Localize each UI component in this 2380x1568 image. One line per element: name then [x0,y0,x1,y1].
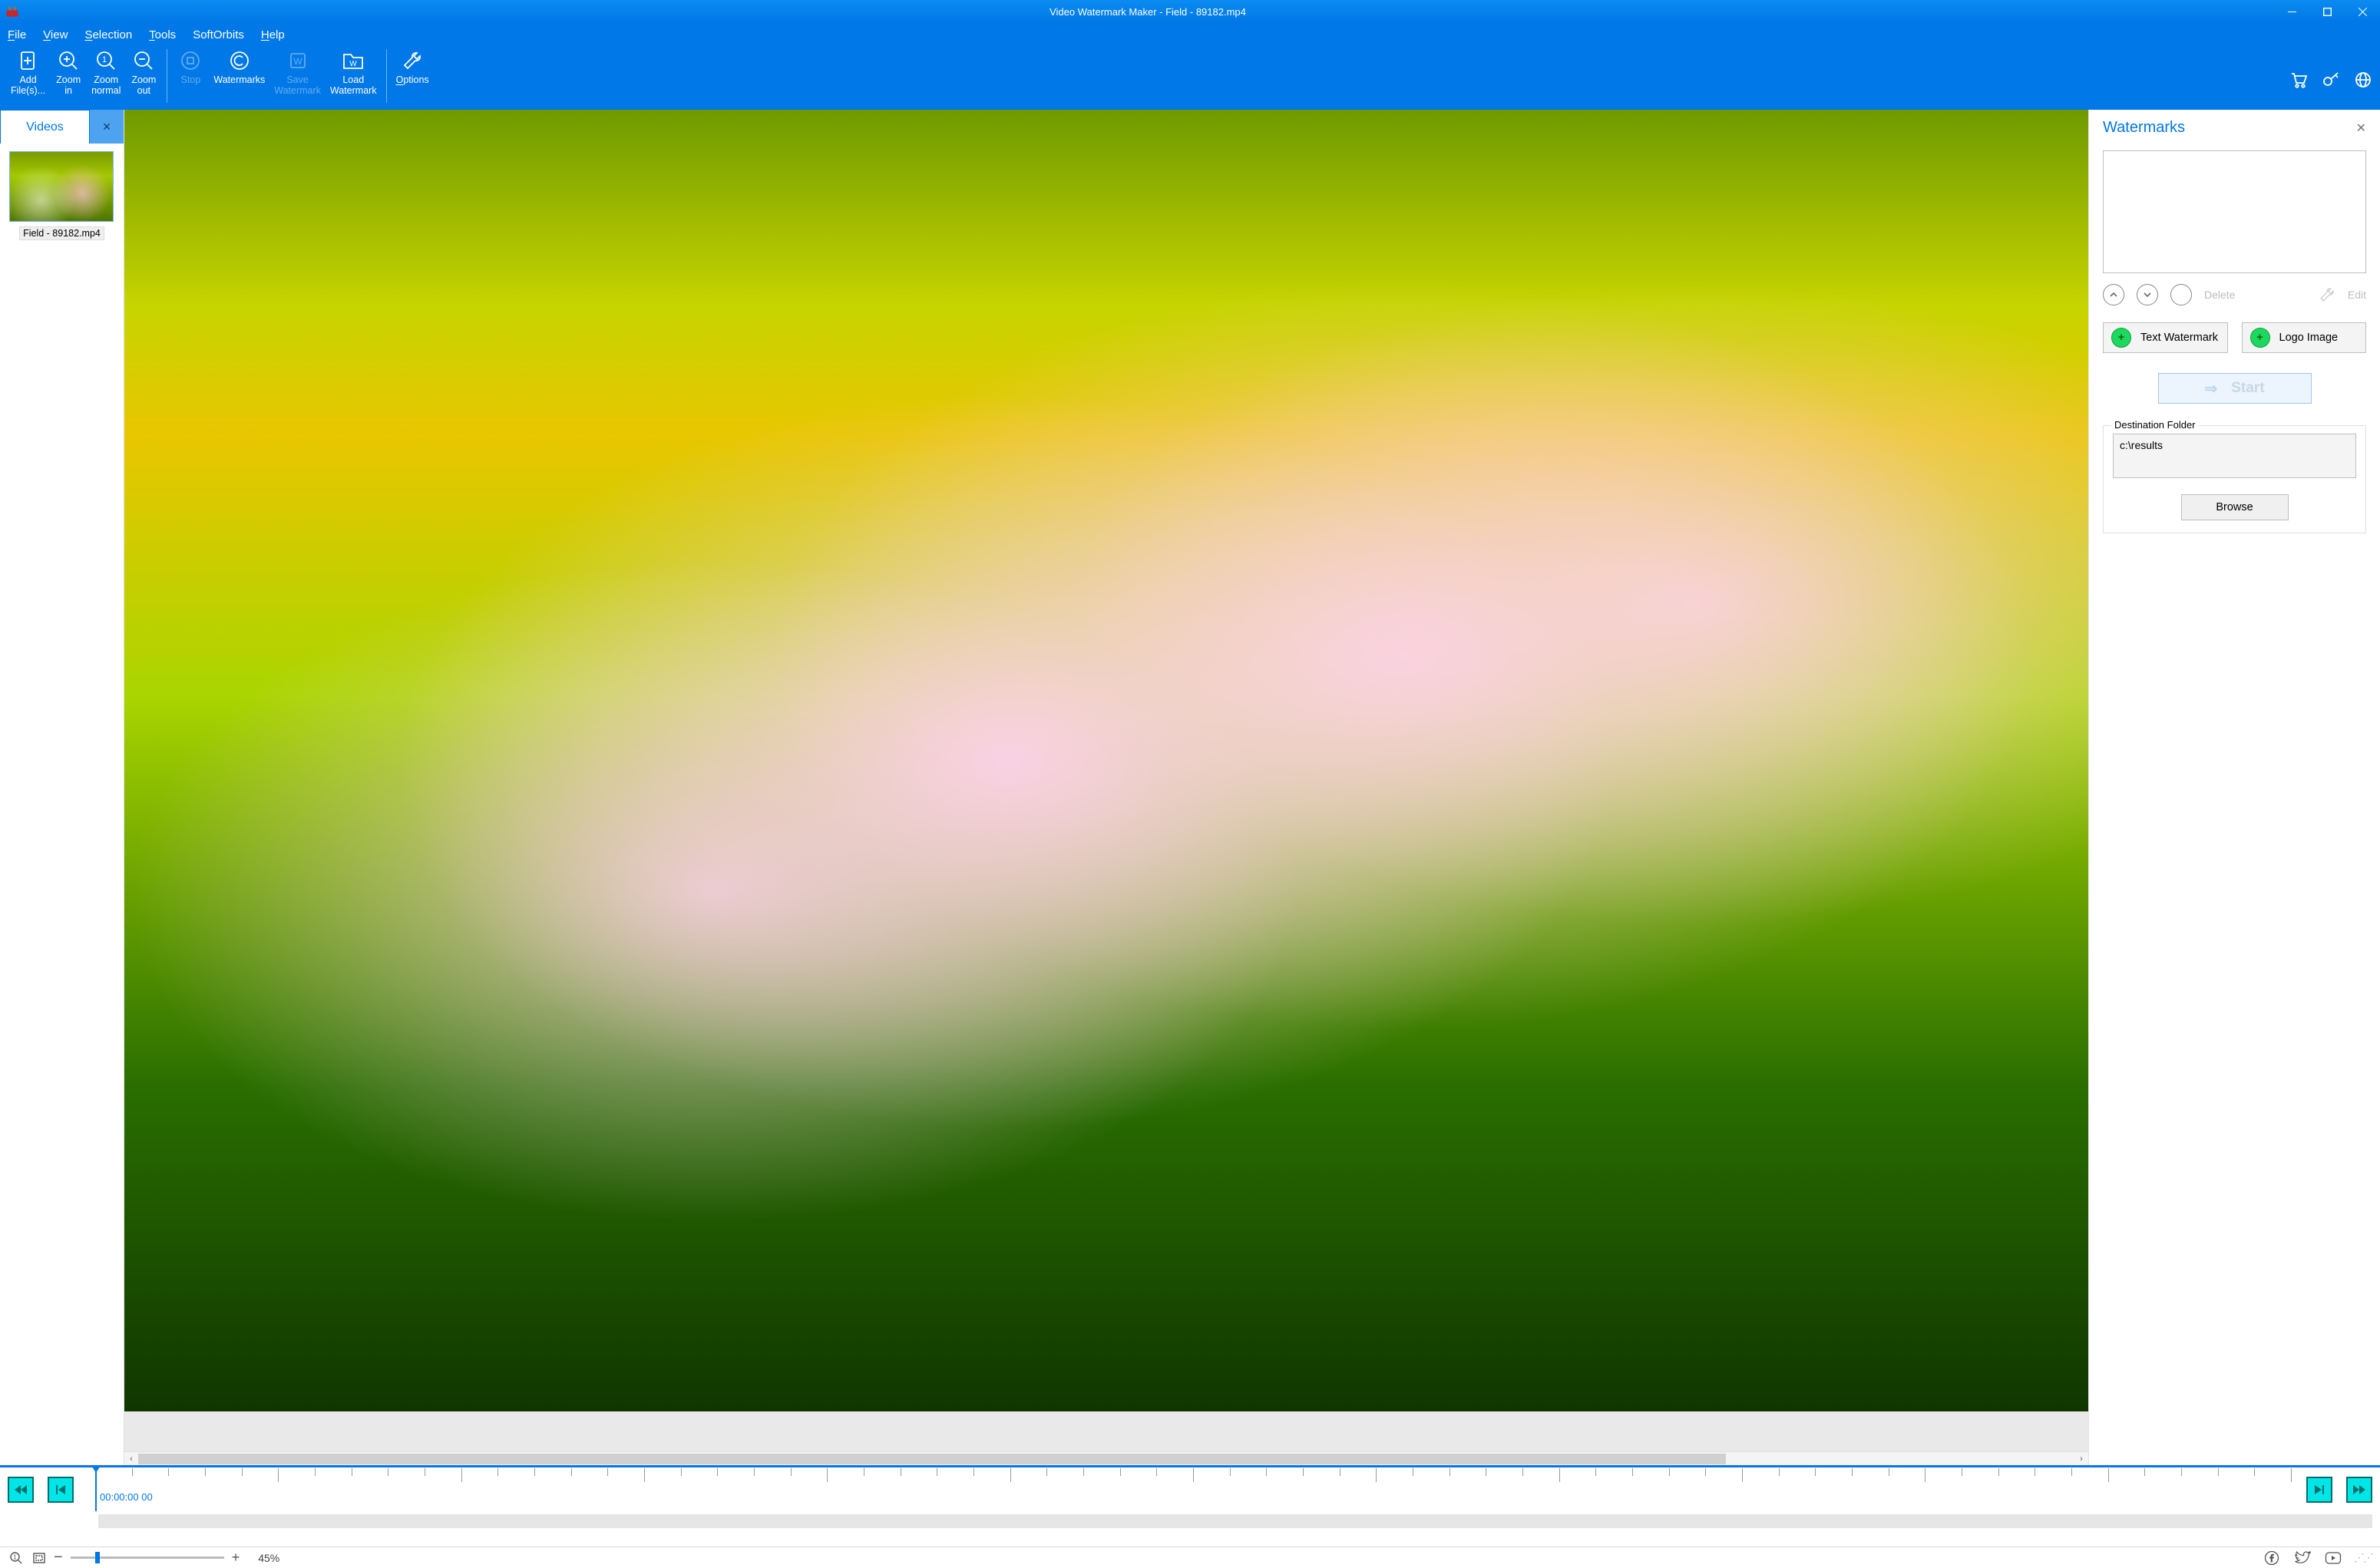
video-thumbnail[interactable] [9,151,114,222]
scrollbar-thumb[interactable] [138,1454,1726,1464]
key-icon[interactable] [2322,71,2340,89]
destination-folder-group: Destination Folder Browse [2103,425,2366,533]
copyright-icon [229,48,250,74]
menu-view[interactable]: View [43,28,68,41]
save-watermark-icon: W [287,48,309,74]
start-button: ⇒ Start [2158,373,2312,404]
logo-image-button[interactable]: + Logo Image [2242,322,2367,353]
stop-button: Stop [172,48,209,106]
window-close-button[interactable] [2345,0,2380,23]
step-forward-button[interactable] [2306,1477,2332,1503]
save-watermark-button: W Save Watermark [269,48,326,106]
svg-text:W: W [350,60,358,68]
zoom-in-button[interactable]: Zoom in [50,48,87,106]
cart-icon[interactable] [2289,71,2308,89]
watermarks-list[interactable] [2103,150,2366,273]
destination-folder-label: Destination Folder [2111,419,2199,431]
edit-wrench-icon [2319,286,2335,303]
browse-button[interactable]: Browse [2181,494,2289,520]
window-minimize-button[interactable] [2274,0,2309,23]
watermarks-panel: Watermarks ✕ Delete Edit + Text Watermar… [2088,110,2380,1465]
menu-selection[interactable]: Selection [84,28,132,41]
videos-panel: Videos × Field - 89182.mp4 [0,110,124,1465]
svg-text:1: 1 [102,55,107,64]
zoom-out-icon [133,48,154,74]
zoom-in-icon [58,48,79,74]
plus-icon: + [2111,328,2131,348]
status-bar: 1 − + 45% ⋰⋰ [0,1547,2380,1568]
zoom-slider-handle[interactable] [95,1552,100,1563]
move-up-button[interactable] [2103,284,2124,305]
preview-area: ‹ › [124,110,2088,1465]
menu-softorbits[interactable]: SoftOrbits [193,28,244,41]
edit-watermark-label: Edit [2348,289,2366,301]
preview-image [124,110,2088,1411]
timeline-scrub-track[interactable] [98,1514,2372,1528]
toolbar-ribbon: Add File(s)... Zoom in 1 Zoom normal Zoo… [0,46,2380,107]
app-icon [3,2,21,21]
facebook-icon[interactable] [2263,1550,2280,1566]
load-watermark-button[interactable]: W Load Watermark [326,48,382,106]
timecode-label: 00:00:00 00 [100,1491,153,1503]
add-file-icon [18,48,38,74]
video-list-item[interactable]: Field - 89182.mp4 [9,151,114,240]
arrow-right-icon: ⇒ [2204,379,2217,398]
options-button[interactable]: Options [392,48,434,106]
watermarks-header: Watermarks [2103,119,2356,137]
resize-grip[interactable]: ⋰⋰ [2354,1551,2372,1564]
fit-to-screen-icon[interactable] [31,1550,48,1566]
twitter-icon[interactable] [2294,1550,2311,1566]
rewind-to-start-button[interactable] [8,1477,34,1503]
step-back-button[interactable] [48,1477,74,1503]
zoom-minus-button[interactable]: − [54,1549,63,1566]
wrench-icon [402,48,423,74]
watermarks-button[interactable]: Watermarks [209,48,269,106]
destination-folder-input[interactable] [2113,434,2356,478]
watermarks-panel-close-button[interactable]: ✕ [2356,120,2366,136]
empty-circle-button[interactable] [2170,284,2192,305]
globe-icon[interactable] [2354,71,2372,89]
zoom-out-button[interactable]: Zoom out [125,48,162,106]
menu-help[interactable]: Help [261,28,285,41]
add-files-button[interactable]: Add File(s)... [6,48,50,106]
videos-tab-close-button[interactable]: × [90,110,124,144]
video-item-label: Field - 89182.mp4 [19,226,104,240]
window-maximize-button[interactable] [2309,0,2345,23]
window-title: Video Watermark Maker - Field - 89182.mp… [21,6,2274,18]
title-bar: Video Watermark Maker - Field - 89182.mp… [0,0,2380,23]
zoom-reset-icon[interactable]: 1 [8,1550,25,1566]
load-watermark-icon: W [342,48,365,74]
zoom-plus-button[interactable]: + [232,1550,240,1566]
delete-watermark-label: Delete [2204,289,2235,301]
zoom-percent-label: 45% [258,1552,279,1564]
scroll-right-icon[interactable]: › [2074,1454,2088,1464]
scroll-left-icon[interactable]: ‹ [124,1454,138,1464]
zoom-normal-icon: 1 [95,48,117,74]
fast-forward-to-end-button[interactable] [2346,1477,2372,1503]
playhead[interactable] [95,1468,97,1511]
menu-tools[interactable]: Tools [149,28,176,41]
svg-text:1: 1 [13,1553,17,1560]
zoom-normal-button[interactable]: 1 Zoom normal [87,48,125,106]
plus-icon: + [2250,328,2270,348]
videos-tab[interactable]: Videos [0,110,90,144]
timeline-area: 00:00:00 00 [0,1465,2380,1547]
move-down-button[interactable] [2137,284,2158,305]
menu-bar: File View Selection Tools SoftOrbits Hel… [0,23,2380,46]
preview-horizontal-scrollbar[interactable]: ‹ › [124,1451,2088,1465]
timeline-ruler[interactable]: 00:00:00 00 [95,1468,2291,1511]
menu-file[interactable]: File [8,28,26,41]
youtube-icon[interactable] [2325,1550,2342,1566]
stop-icon [180,48,201,74]
zoom-slider[interactable] [71,1556,224,1559]
svg-text:W: W [293,56,302,67]
text-watermark-button[interactable]: + Text Watermark [2103,322,2228,353]
